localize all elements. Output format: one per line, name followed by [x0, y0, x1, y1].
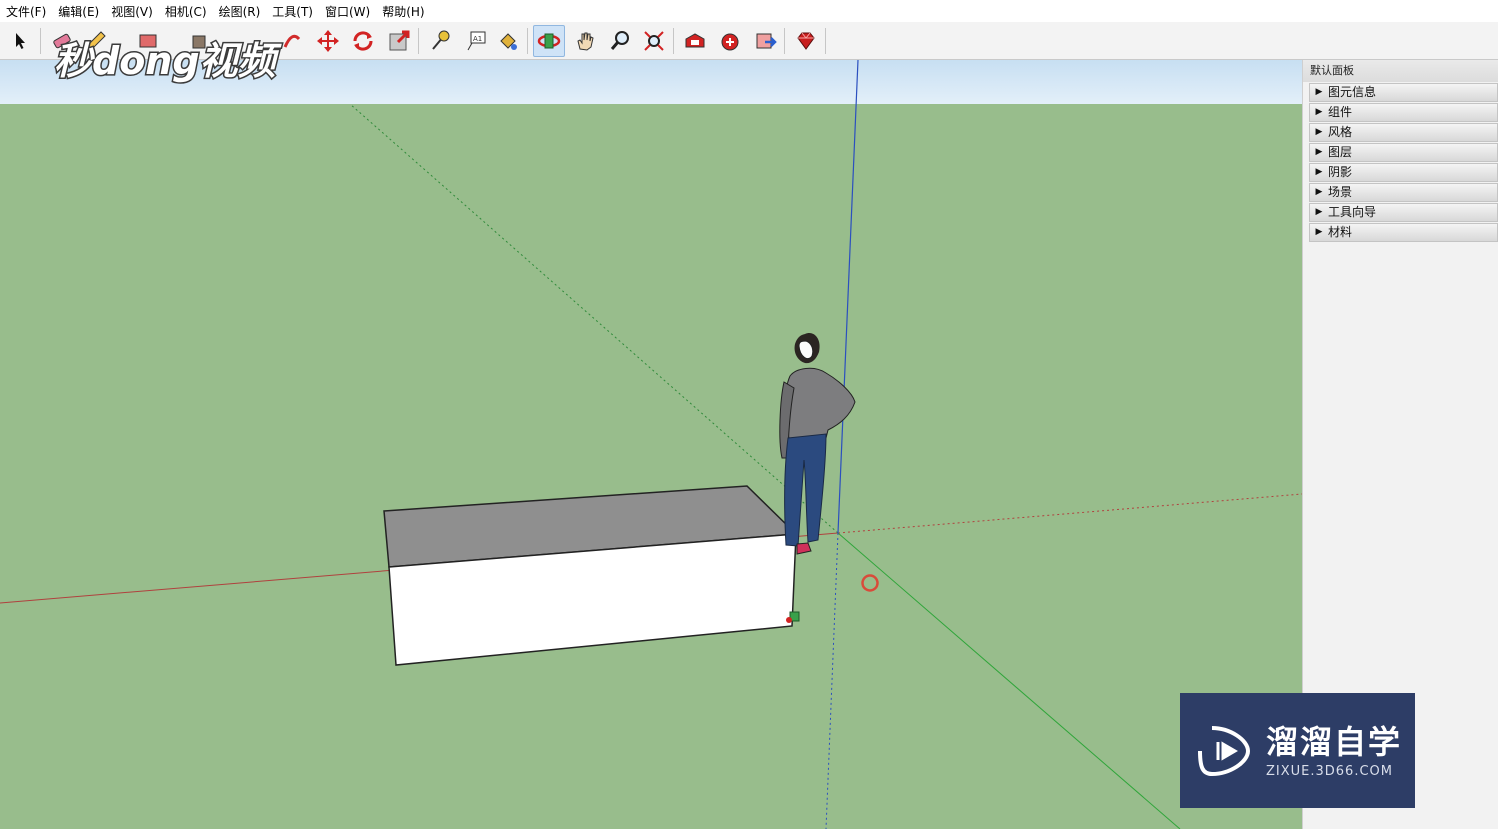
- toolbar: A1: [0, 22, 1498, 60]
- menu-window[interactable]: 窗口(W): [319, 3, 376, 20]
- svg-text:A1: A1: [473, 35, 482, 43]
- zoom-extents-icon[interactable]: [638, 25, 670, 57]
- menu-edit[interactable]: 编辑(E): [52, 3, 105, 20]
- menu-file[interactable]: 文件(F): [0, 3, 52, 20]
- tray-item-shadows[interactable]: ▶ 阴影: [1309, 163, 1498, 182]
- red-axis-negative: [837, 493, 1302, 534]
- menu-bar: 文件(F) 编辑(E) 视图(V) 相机(C) 绘图(R) 工具(T) 窗口(W…: [0, 0, 1498, 22]
- warehouse-share-icon[interactable]: [714, 25, 746, 57]
- menu-tools[interactable]: 工具(T): [266, 3, 319, 20]
- text-icon[interactable]: A1: [460, 25, 492, 57]
- pan-icon[interactable]: [569, 25, 601, 57]
- orbit-target-icon: [861, 574, 879, 592]
- expand-triangle-icon: ▶: [1315, 187, 1323, 197]
- follow-me-icon[interactable]: [276, 25, 308, 57]
- tray-item-components[interactable]: ▶ 组件: [1309, 103, 1498, 122]
- tray-item-materials[interactable]: ▶ 材料: [1309, 223, 1498, 242]
- tray-item-label: 场景: [1328, 185, 1353, 199]
- tray-item-label: 组件: [1328, 105, 1353, 119]
- rectangle-icon[interactable]: [132, 25, 164, 57]
- zoom-icon[interactable]: [604, 25, 636, 57]
- push-pull-icon[interactable]: [184, 25, 216, 57]
- ruby-icon[interactable]: [790, 25, 822, 57]
- tray-item-label: 图元信息: [1328, 85, 1377, 99]
- tray-item-entity-info[interactable]: ▶ 图元信息: [1309, 83, 1498, 102]
- expand-triangle-icon: ▶: [1315, 207, 1323, 217]
- select-arrow-icon[interactable]: [4, 25, 36, 57]
- move-icon[interactable]: [312, 25, 344, 57]
- tray-item-label: 风格: [1328, 125, 1353, 139]
- human-figure[interactable]: [779, 333, 856, 555]
- tray-title: 默认面板: [1303, 60, 1498, 82]
- green-axis: [837, 532, 1181, 829]
- expand-triangle-icon: ▶: [1315, 127, 1323, 137]
- tray-item-label: 材料: [1328, 225, 1353, 239]
- tape-measure-icon[interactable]: [424, 25, 456, 57]
- box-model[interactable]: [383, 485, 798, 666]
- blue-axis: [837, 60, 859, 534]
- expand-triangle-icon: ▶: [1315, 167, 1323, 177]
- play-logo-icon: [1198, 725, 1251, 776]
- tray-item-label: 工具向导: [1328, 205, 1377, 219]
- scale-icon[interactable]: [383, 25, 415, 57]
- sketchup-window: 文件(F) 编辑(E) 视图(V) 相机(C) 绘图(R) 工具(T) 窗口(W…: [0, 0, 1498, 829]
- paint-bucket-icon[interactable]: [492, 25, 524, 57]
- tray-item-label: 图层: [1328, 145, 1353, 159]
- tray-item-label: 阴影: [1328, 165, 1353, 179]
- menu-view[interactable]: 视图(V): [105, 3, 159, 20]
- extension-warehouse-icon[interactable]: [749, 25, 781, 57]
- menu-help[interactable]: 帮助(H): [376, 3, 430, 20]
- expand-triangle-icon: ▶: [1315, 107, 1323, 117]
- tray-item-layers[interactable]: ▶ 图层: [1309, 143, 1498, 162]
- expand-triangle-icon: ▶: [1315, 227, 1323, 237]
- tray-item-instructor[interactable]: ▶ 工具向导: [1309, 203, 1498, 222]
- orbit-icon[interactable]: [533, 25, 565, 57]
- expand-triangle-icon: ▶: [1315, 87, 1323, 97]
- pencil-icon[interactable]: [80, 25, 112, 57]
- model-viewport[interactable]: [0, 60, 1302, 829]
- green-axis-negative: [349, 103, 839, 534]
- expand-triangle-icon: ▶: [1315, 147, 1323, 157]
- brand-name: 溜溜自学: [1266, 723, 1403, 761]
- brand-url: ZIXUE.3D66.COM: [1266, 764, 1393, 779]
- tray-item-scenes[interactable]: ▶ 场景: [1309, 183, 1498, 202]
- rotate-icon[interactable]: [347, 25, 379, 57]
- blue-axis-negative: [825, 532, 839, 829]
- tray-item-styles[interactable]: ▶ 风格: [1309, 123, 1498, 142]
- eraser-icon[interactable]: [46, 25, 78, 57]
- menu-camera[interactable]: 相机(C): [159, 3, 213, 20]
- zixue-brand-watermark: 溜溜自学 ZIXUE.3D66.COM: [1180, 693, 1415, 808]
- menu-draw[interactable]: 绘图(R): [213, 3, 267, 20]
- warehouse-get-models-icon[interactable]: [679, 25, 711, 57]
- scene-canvas: [0, 60, 1302, 829]
